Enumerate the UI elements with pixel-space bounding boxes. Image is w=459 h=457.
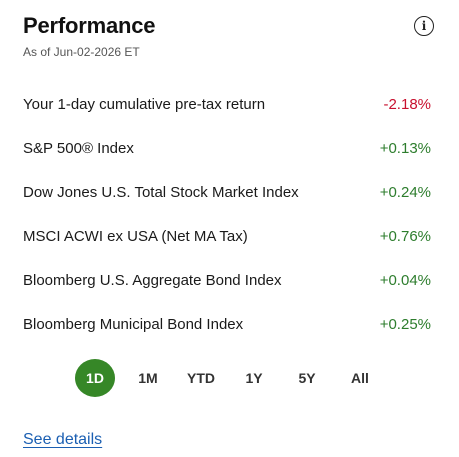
performance-card: Performance As of Jun-02-2026 ET i Your … [0,0,459,457]
info-icon[interactable]: i [414,16,434,36]
performance-row-bloomberg-municipal: Bloomberg Municipal Bond Index +0.25% [23,302,431,346]
performance-row-sp500: S&P 500® Index +0.13% [23,126,431,170]
row-value: +0.04% [379,271,431,289]
row-value: -2.18% [383,95,431,113]
as-of-date: As of Jun-02-2026 ET [23,45,140,59]
performance-row-your-return: Your 1-day cumulative pre-tax return -2.… [23,82,431,126]
row-value: +0.76% [379,227,431,245]
row-label: S&P 500® Index [23,139,134,157]
row-label: Your 1-day cumulative pre-tax return [23,95,266,113]
period-selector: 1D 1M YTD 1Y 5Y All [75,359,393,397]
row-label: Bloomberg U.S. Aggregate Bond Index [23,271,282,289]
period-button-1d[interactable]: 1D [75,359,115,397]
row-label: MSCI ACWI ex USA (Net MA Tax) [23,227,248,245]
row-value: +0.25% [379,315,431,333]
performance-header: Performance As of Jun-02-2026 ET i [23,12,436,64]
period-button-1m[interactable]: 1M [128,359,168,397]
period-button-1y[interactable]: 1Y [234,359,274,397]
page-title: Performance [23,13,156,38]
period-button-5y[interactable]: 5Y [287,359,327,397]
period-button-ytd[interactable]: YTD [181,359,221,397]
row-label: Dow Jones U.S. Total Stock Market Index [23,183,299,201]
row-value: +0.13% [379,139,431,157]
info-icon-glyph: i [421,19,427,33]
performance-list: Your 1-day cumulative pre-tax return -2.… [23,82,431,346]
row-value: +0.24% [379,183,431,201]
performance-row-bloomberg-aggregate: Bloomberg U.S. Aggregate Bond Index +0.0… [23,258,431,302]
row-label: Bloomberg Municipal Bond Index [23,315,244,333]
see-details-link[interactable]: See details [23,431,102,449]
period-button-all[interactable]: All [340,359,380,397]
performance-row-msci-acwi: MSCI ACWI ex USA (Net MA Tax) +0.76% [23,214,431,258]
performance-row-dow-jones: Dow Jones U.S. Total Stock Market Index … [23,170,431,214]
